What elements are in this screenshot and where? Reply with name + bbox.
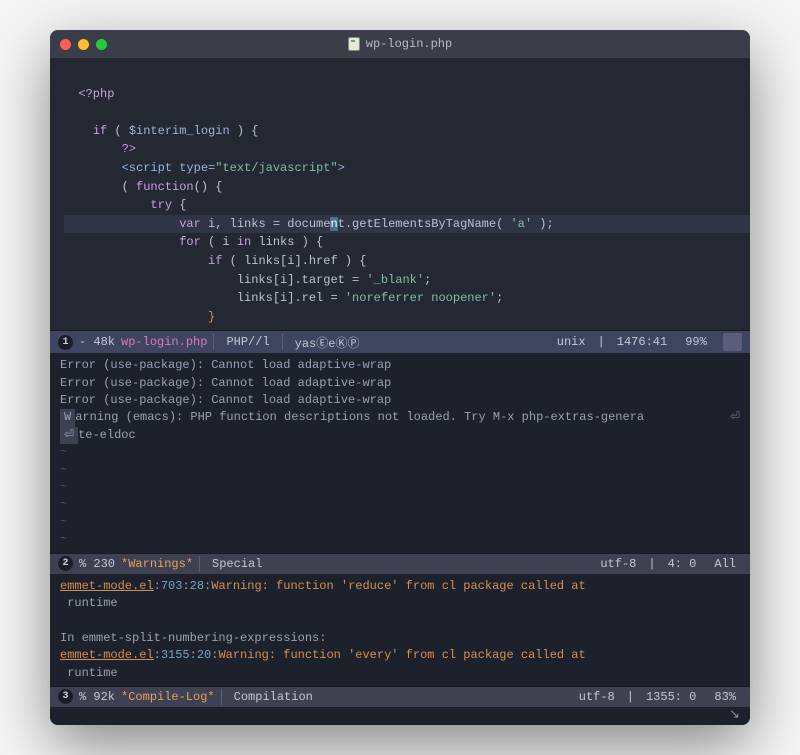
error-line: Error (use-package): Cannot load adaptiv…: [60, 393, 391, 407]
resize-glyph[interactable]: ↘: [729, 707, 740, 722]
kw-if: if: [93, 124, 107, 138]
minimize-button[interactable]: [78, 39, 89, 50]
modeline-filename: wp-login.php: [121, 335, 207, 349]
code-buffer[interactable]: <?php if ( $interim_login ) { ?> <script…: [50, 58, 750, 330]
encoding: utf-8: [573, 690, 621, 704]
cursor-pos: 1476:41: [611, 335, 673, 349]
major-mode: PHP//l: [220, 335, 275, 349]
traffic-lights: [60, 39, 107, 50]
scroll-pct: 83%: [708, 690, 742, 704]
scroll-pct: All: [708, 557, 742, 571]
major-mode: Compilation: [228, 690, 319, 704]
error-line: Error (use-package): Cannot load adaptiv…: [60, 358, 391, 372]
minor-modes: yasⒺeⓀⓅ: [289, 334, 366, 351]
titlebar[interactable]: wp-login.php: [50, 30, 750, 58]
warning-line: arning (emacs): PHP function description…: [75, 410, 644, 424]
var-interim: $interim_login: [129, 124, 230, 138]
file-link[interactable]: emmet-mode.el: [60, 579, 154, 593]
encoding: utf-8: [594, 557, 642, 571]
title-filename: wp-login.php: [366, 37, 452, 51]
cursor: n: [330, 217, 337, 231]
cursor-pos: 4: 0: [662, 557, 703, 571]
file-icon: [348, 37, 360, 51]
modeline-1[interactable]: 1 - 48k wp-login.php PHP//l yasⒺeⓀⓅ unix…: [50, 330, 750, 353]
echo-area: ↘: [50, 707, 750, 725]
buffer-name-compile: *Compile-Log*: [121, 690, 215, 704]
zoom-button[interactable]: [96, 39, 107, 50]
close-button[interactable]: [60, 39, 71, 50]
window-index-1: 1: [58, 335, 73, 350]
major-mode: Special: [206, 557, 268, 571]
encoding: unix: [551, 335, 592, 349]
emacs-window: wp-login.php <?php if ( $interim_login )…: [50, 30, 750, 725]
compile-log-buffer[interactable]: emmet-mode.el:703:28:Warning: function '…: [50, 574, 750, 686]
modeline-3[interactable]: 3 % 92k *Compile-Log* Compilation utf-8 …: [50, 686, 750, 707]
window-index-3: 3: [58, 689, 73, 704]
php-open: <?php: [78, 87, 114, 101]
scroll-block: [723, 333, 742, 351]
scroll-pct: 99%: [679, 335, 713, 349]
window-index-2: 2: [58, 556, 73, 571]
error-line: Error (use-package): Cannot load adaptiv…: [60, 376, 391, 390]
title: wp-login.php: [50, 37, 750, 51]
messages-buffer[interactable]: Error (use-package): Cannot load adaptiv…: [50, 353, 750, 552]
cursor-pos: 1355: 0: [640, 690, 702, 704]
buffer-name-warnings: *Warnings*: [121, 557, 193, 571]
modeline-2[interactable]: 2 % 230 *Warnings* Special utf-8 | 4: 0 …: [50, 553, 750, 574]
file-link[interactable]: emmet-mode.el: [60, 648, 154, 662]
current-line: var i, links = document.getElementsByTag…: [64, 215, 750, 234]
